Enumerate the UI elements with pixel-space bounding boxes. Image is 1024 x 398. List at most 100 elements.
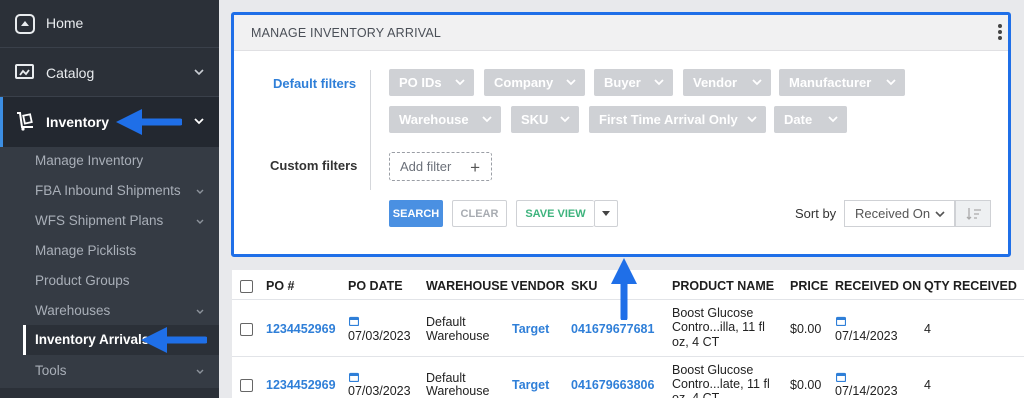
column-header-received-on[interactable]: RECEIVED ON [835,279,921,293]
sub-tools[interactable]: Tools [35,363,67,378]
search-button[interactable]: SEARCH [389,200,443,227]
chevron-down-icon [196,369,204,374]
calendar-icon [349,372,359,382]
filter-po-ids[interactable]: PO IDs [389,69,474,96]
product-name-line3: oz, 4 CT [672,335,720,349]
column-header-warehouse[interactable]: WAREHOUSE [426,279,508,293]
column-header-po-date[interactable]: PO DATE [348,279,403,293]
sub-fba-inbound-shipments[interactable]: FBA Inbound Shipments [35,183,181,198]
annotation-arrow-up [611,258,637,320]
calendar-icon [349,316,359,326]
sort-by-label: Sort by [795,206,837,221]
chevron-down-icon [482,116,492,123]
vendor-link[interactable]: Target [512,378,549,392]
caret-down-icon [602,211,610,216]
panel-title: MANAGE INVENTORY ARRIVAL [251,26,442,40]
chevron-down-icon [747,116,757,123]
warehouse-line1: Default [426,315,466,329]
calendar-icon [836,316,846,326]
sort-direction-button[interactable] [955,200,991,227]
filter-manufacturer[interactable]: Manufacturer [779,69,905,96]
po-link[interactable]: 1234452969 [266,378,336,392]
product-name-line2: Contro...late, 11 fl [672,377,770,391]
sub-product-groups[interactable]: Product Groups [35,273,130,288]
warehouse-line1: Default [426,371,466,385]
home-icon [15,14,35,34]
product-name-line1: Boost Glucose [672,363,754,377]
sort-descending-icon [966,208,981,220]
more-options-icon[interactable] [996,22,1004,42]
column-header-product-name[interactable]: PRODUCT NAME [672,279,774,293]
select-all-checkbox[interactable] [240,280,253,293]
nav-home-label: Home [46,15,84,31]
price: $0.00 [790,322,822,336]
sku-link[interactable]: 041679663806 [571,378,654,392]
warehouse-line2: Warehouse [426,329,490,343]
sort-by-select[interactable]: Received On [844,200,955,227]
save-view-dropdown[interactable] [594,200,618,227]
plus-icon: + [470,158,480,177]
annotation-arrow-left [116,109,182,135]
filter-vendor[interactable]: Vendor [683,69,771,96]
product-name-line1: Boost Glucose [672,306,754,320]
catalog-icon [15,64,34,79]
clear-button[interactable]: CLEAR [452,200,507,227]
nav-inventory-label: Inventory [46,114,110,130]
product-name-line3: oz, 4 CT [672,391,720,398]
filter-sku[interactable]: SKU [511,106,579,133]
po-link[interactable]: 1234452969 [266,322,336,336]
filter-warehouse[interactable]: Warehouse [389,106,501,133]
row-checkbox[interactable] [240,379,253,392]
sub-inventory-arrivals-label: Inventory Arrivals [35,332,150,347]
chevron-down-icon [196,189,204,194]
sub-wfs-shipment-plans[interactable]: WFS Shipment Plans [35,213,163,228]
row-checkbox[interactable] [240,323,253,336]
save-view-button[interactable]: SAVE VIEW [516,200,594,227]
sub-manage-inventory[interactable]: Manage Inventory [35,153,143,168]
filter-buyer[interactable]: Buyer [594,69,673,96]
filter-warehouse-label: Warehouse [399,112,469,127]
filter-company[interactable]: Company [484,69,585,96]
nav-catalog-label: Catalog [46,65,95,81]
panel-header: MANAGE INVENTORY ARRIVAL [234,14,1008,51]
filter-manufacturer-label: Manufacturer [789,75,872,90]
chevron-down-icon [828,116,838,123]
custom-filters-label: Custom filters [270,158,358,173]
chevron-down-icon [566,79,576,86]
sort-by-value: Received On [855,206,931,221]
chevron-down-icon [455,79,465,86]
nav-inventory[interactable]: Inventory [0,97,219,147]
received-on: 07/14/2023 [835,329,898,343]
sku-link[interactable]: 041679677681 [571,322,654,336]
chevron-down-icon [196,309,204,314]
po-date: 07/03/2023 [348,329,411,343]
sub-manage-picklists[interactable]: Manage Picklists [35,243,136,258]
filter-first-time-arrival-only[interactable]: First Time Arrival Only [589,106,766,133]
filter-buyer-label: Buyer [604,75,641,90]
vendor-link[interactable]: Target [512,322,549,336]
chevron-down-icon [886,79,896,86]
chevron-down-icon [560,116,570,123]
received-on: 07/14/2023 [835,384,898,398]
column-header-sku[interactable]: SKU [571,279,597,293]
nav-catalog[interactable]: Catalog [0,48,219,98]
price: $0.00 [790,378,822,392]
column-header-qty-received[interactable]: QTY RECEIVED [924,279,1017,293]
filter-vendor-label: Vendor [693,75,738,90]
add-filter-label: Add filter [400,159,452,174]
default-filters-label[interactable]: Default filters [273,76,356,91]
column-header-price[interactable]: PRICE [790,279,828,293]
sub-warehouses[interactable]: Warehouses [35,303,110,318]
chevron-down-icon [194,118,204,125]
nav-home[interactable]: Home [0,0,219,46]
add-filter-button[interactable]: Add filter + [389,152,492,181]
column-header-vendor[interactable]: VENDOR [511,279,564,293]
qty-received: 4 [924,322,931,336]
qty-received: 4 [924,378,931,392]
filter-sku-label: SKU [521,112,549,127]
filter-date[interactable]: Date [774,106,847,133]
column-header-po[interactable]: PO # [266,279,295,293]
product-name-line2: Contro...illa, 11 fl [672,320,765,334]
chevron-down-icon [196,219,204,224]
filter-first-time-arrival-label: First Time Arrival Only [599,112,738,127]
